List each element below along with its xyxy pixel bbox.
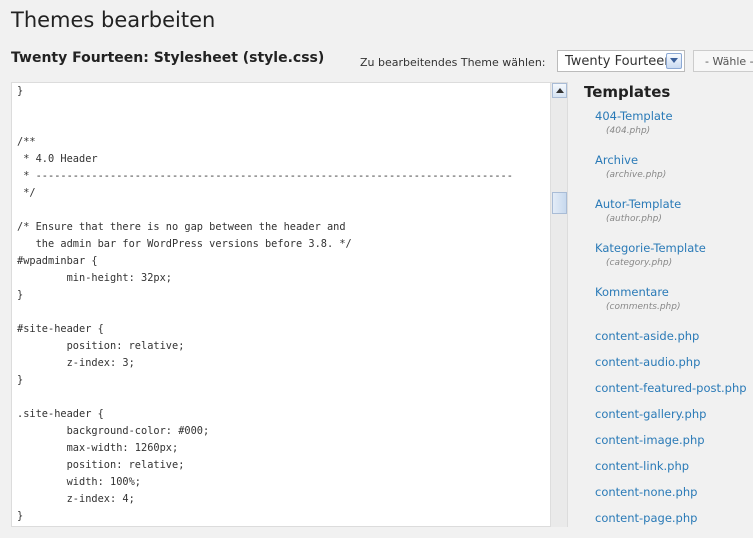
template-list: 404-Template (404.php) Archive (archive.php… bbox=[595, 110, 753, 538]
theme-select[interactable]: Twenty Fourteen bbox=[557, 50, 685, 72]
template-link[interactable]: Kategorie-Template bbox=[595, 242, 753, 255]
template-link[interactable]: content-gallery.php bbox=[595, 408, 753, 421]
template-item: Archive (archive.php) bbox=[595, 154, 753, 198]
template-item: Kommentare (comments.php) bbox=[595, 286, 753, 330]
template-link[interactable]: content-aside.php bbox=[595, 330, 753, 343]
theme-select-value: Twenty Fourteen bbox=[565, 54, 673, 69]
arrow-up-icon[interactable] bbox=[552, 83, 567, 98]
template-link[interactable]: content-featured-post.php bbox=[595, 382, 753, 395]
page-title: Themes bearbeiten bbox=[11, 8, 216, 32]
template-item: Kategorie-Template (category.php) bbox=[595, 242, 753, 286]
template-link[interactable]: content-link.php bbox=[595, 460, 753, 473]
template-item: content-none.php bbox=[595, 486, 753, 512]
theme-select-label: Zu bearbeitendes Theme wählen: bbox=[360, 56, 546, 69]
template-link[interactable]: content-audio.php bbox=[595, 356, 753, 369]
template-item: content-link.php bbox=[595, 460, 753, 486]
select-button[interactable]: - Wähle - bbox=[693, 50, 753, 72]
templates-panel: Templates 404-Template (404.php) Archive (a… bbox=[584, 83, 753, 525]
code-editor[interactable]: } /** * 4.0 Header * -------------------… bbox=[11, 82, 568, 527]
chevron-down-icon[interactable] bbox=[666, 53, 682, 69]
template-item: content-gallery.php bbox=[595, 408, 753, 434]
template-link[interactable]: 404-Template bbox=[595, 110, 753, 123]
scroll-thumb[interactable] bbox=[552, 192, 567, 214]
editor-scrollbar[interactable] bbox=[550, 83, 567, 527]
template-link[interactable]: Autor-Template bbox=[595, 198, 753, 211]
template-link[interactable]: Kommentare bbox=[595, 286, 753, 299]
template-item: content-image.php bbox=[595, 434, 753, 460]
template-filename: (author.php) bbox=[606, 214, 662, 224]
template-link[interactable]: content-page.php bbox=[595, 512, 753, 525]
code-content[interactable]: } /** * 4.0 Header * -------------------… bbox=[17, 83, 513, 525]
template-link[interactable]: Archive bbox=[595, 154, 753, 167]
template-filename: (comments.php) bbox=[606, 302, 681, 312]
template-item: 404-Template (404.php) bbox=[595, 110, 753, 154]
template-item: Autor-Template (author.php) bbox=[595, 198, 753, 242]
template-filename: (archive.php) bbox=[606, 170, 667, 180]
template-filename: (category.php) bbox=[606, 258, 673, 268]
template-item: content-aside.php bbox=[595, 330, 753, 356]
file-title: Twenty Fourteen: Stylesheet (style.css) bbox=[11, 50, 325, 66]
template-filename: (404.php) bbox=[606, 126, 651, 136]
template-link[interactable]: content-image.php bbox=[595, 434, 753, 447]
template-item: content-featured-post.php bbox=[595, 382, 753, 408]
template-item: content-page.php bbox=[595, 512, 753, 538]
template-item: content-audio.php bbox=[595, 356, 753, 382]
template-link[interactable]: content-none.php bbox=[595, 486, 753, 499]
templates-heading: Templates bbox=[584, 83, 671, 101]
